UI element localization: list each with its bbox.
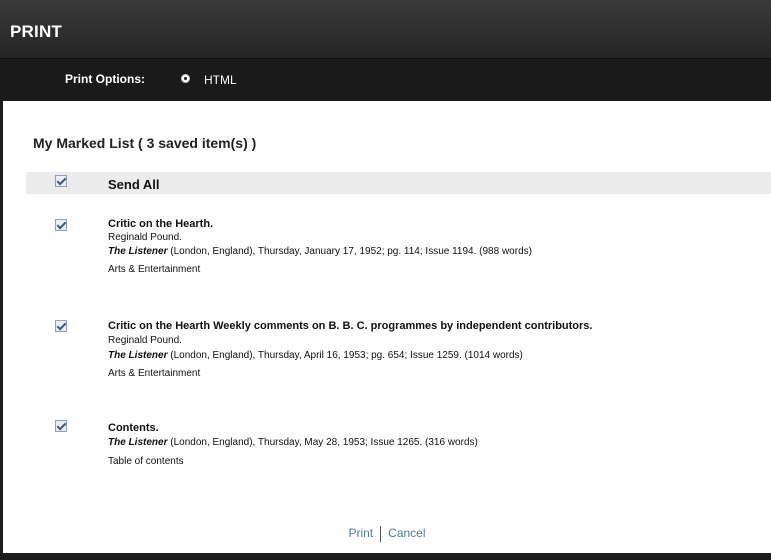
send-all-label: Send All bbox=[108, 177, 160, 192]
item-author: Reginald Pound. bbox=[108, 232, 182, 243]
item-title[interactable]: Contents. bbox=[108, 422, 159, 434]
item-checkbox[interactable] bbox=[55, 219, 67, 231]
title-bar: PRINT bbox=[0, 0, 771, 59]
send-all-checkbox[interactable] bbox=[55, 175, 67, 187]
print-options-label: Print Options: bbox=[65, 72, 145, 86]
item-citation-detail: (London, England), Thursday, May 28, 195… bbox=[167, 437, 478, 448]
item-citation: The Listener (London, England), Thursday… bbox=[108, 437, 478, 448]
html-radio-label[interactable]: HTML bbox=[204, 73, 237, 87]
action-divider bbox=[380, 526, 382, 542]
marked-list-heading: My Marked List ( 3 saved item(s) ) bbox=[33, 135, 257, 151]
item-citation: The Listener (London, England), Thursday… bbox=[108, 350, 523, 361]
print-options-bar: Print Options: HTML bbox=[0, 59, 771, 99]
item-category: Table of contents bbox=[108, 456, 184, 467]
item-checkbox[interactable] bbox=[55, 420, 67, 432]
item-publication: The Listener bbox=[108, 246, 168, 257]
item-checkbox[interactable] bbox=[55, 320, 67, 332]
item-citation: The Listener (London, England), Thursday… bbox=[108, 246, 532, 257]
item-citation-detail: (London, England), Thursday, January 17,… bbox=[167, 246, 532, 257]
dialog-actions: Print Cancel bbox=[3, 526, 771, 542]
html-radio[interactable] bbox=[181, 74, 190, 83]
item-citation-detail: (London, England), Thursday, April 16, 1… bbox=[167, 350, 523, 361]
dialog-title: PRINT bbox=[10, 22, 62, 41]
item-title[interactable]: Critic on the Hearth Weekly comments on … bbox=[108, 320, 592, 332]
item-category: Arts & Entertainment bbox=[108, 368, 201, 379]
item-title[interactable]: Critic on the Hearth. bbox=[108, 218, 213, 230]
cancel-button[interactable]: Cancel bbox=[388, 526, 425, 540]
item-publication: The Listener bbox=[108, 437, 168, 448]
print-button[interactable]: Print bbox=[348, 526, 373, 540]
item-category: Arts & Entertainment bbox=[108, 264, 201, 275]
print-dialog: PRINT Print Options: HTML My Marked List… bbox=[0, 0, 771, 560]
item-publication: The Listener bbox=[108, 350, 168, 361]
marked-list-panel: My Marked List ( 3 saved item(s) ) Send … bbox=[3, 101, 771, 553]
item-author: Reginald Pound. bbox=[108, 335, 182, 346]
